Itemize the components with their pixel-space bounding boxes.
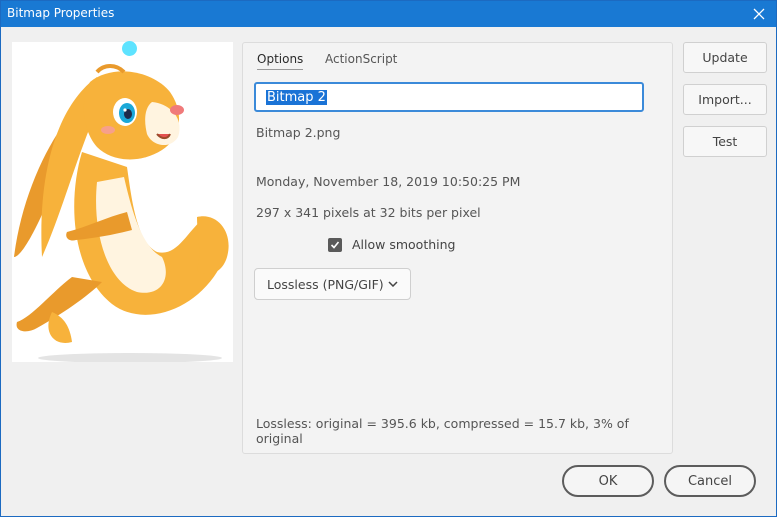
- compression-value: Lossless (PNG/GIF): [267, 276, 384, 292]
- bitmap-preview: [12, 41, 233, 363]
- allow-smoothing-row[interactable]: Allow smoothing: [328, 237, 455, 252]
- close-icon: [753, 8, 765, 20]
- close-button[interactable]: [742, 1, 776, 27]
- bitmap-properties-dialog: Bitmap Properties Options ActionScript B…: [0, 0, 777, 517]
- tab-options[interactable]: Options: [257, 52, 304, 70]
- bitmap-filename: Bitmap 2.png: [256, 125, 341, 140]
- bitmap-name-input[interactable]: Bitmap 2: [254, 82, 644, 112]
- window-title: Bitmap Properties: [7, 6, 115, 20]
- test-button[interactable]: Test: [683, 126, 767, 157]
- options-panel: Options ActionScript Bitmap 2 Bitmap 2.p…: [242, 42, 673, 454]
- allow-smoothing-checkbox[interactable]: [328, 237, 342, 252]
- cancel-button[interactable]: Cancel: [664, 465, 756, 497]
- bitmap-name-value: Bitmap 2: [266, 89, 327, 105]
- allow-smoothing-label: Allow smoothing: [352, 237, 456, 252]
- rabbit-illustration: [14, 64, 229, 363]
- title-bar: Bitmap Properties: [1, 1, 776, 27]
- import-button[interactable]: Import...: [683, 84, 767, 115]
- compression-dropdown[interactable]: Lossless (PNG/GIF): [254, 268, 411, 300]
- update-button[interactable]: Update: [683, 42, 767, 73]
- bitmap-dimensions: 297 x 341 pixels at 32 bits per pixel: [256, 205, 481, 220]
- tab-actionscript[interactable]: ActionScript: [325, 52, 397, 69]
- checkmark-icon: [330, 240, 340, 249]
- bitmap-date: Monday, November 18, 2019 10:50:25 PM: [256, 174, 521, 189]
- ok-button[interactable]: OK: [562, 465, 654, 497]
- compression-info: Lossless: original = 395.6 kb, compresse…: [256, 416, 629, 446]
- chevron-down-icon: [388, 281, 398, 287]
- registration-point: [122, 41, 137, 56]
